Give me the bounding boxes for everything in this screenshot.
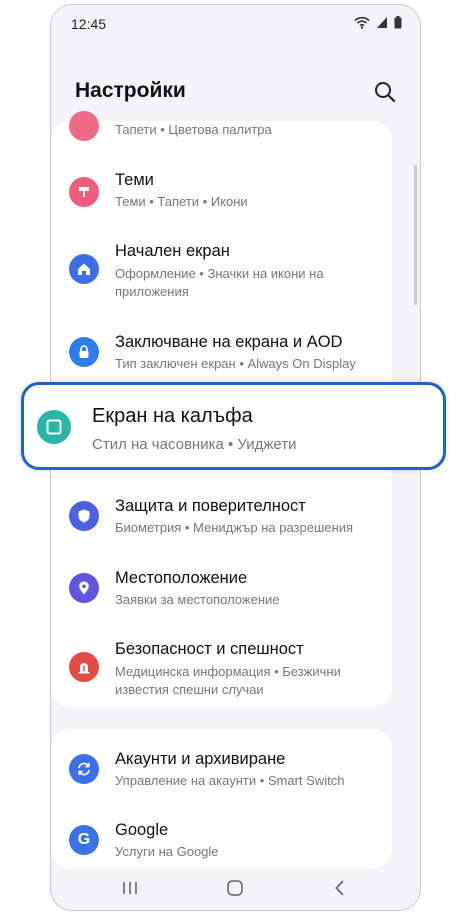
settings-row-location[interactable]: Местоположение Заявки за местоположение [51, 561, 420, 617]
row-title: Начален екран [115, 242, 230, 260]
cover-screen-icon [37, 410, 71, 444]
row-subtitle: Заявки за местоположение [115, 592, 280, 607]
settings-row-google[interactable]: G Google Услуги на Google [51, 815, 420, 867]
settings-row-home-screen[interactable]: Начален екран Оформление • Значки на ико… [51, 234, 420, 306]
settings-row-themes[interactable]: Теми Теми • Тапети • Икони [51, 163, 420, 223]
recent-apps-button[interactable] [115, 876, 145, 900]
home-icon [69, 254, 99, 284]
shield-icon [69, 501, 99, 531]
status-bar: 12:45 [51, 5, 420, 43]
sync-icon [69, 754, 99, 784]
row-subtitle: Стил на часовника • Уиджети [92, 436, 297, 453]
themes-icon [69, 177, 99, 207]
row-title: Екран на калъфа [92, 405, 253, 427]
status-time: 12:45 [71, 16, 107, 32]
page-title: Настройки [75, 79, 186, 102]
row-subtitle: Услуги на Google [115, 844, 219, 859]
battery-icon [394, 16, 402, 29]
status-icons [354, 16, 402, 29]
settings-row-cover-screen[interactable]: Екран на калъфа Стил на часовника • Уидж… [21, 382, 446, 470]
row-title: Google [115, 821, 169, 839]
back-chevron-icon [335, 880, 344, 896]
settings-row-lock-screen[interactable]: Заключване на екрана и AOD Тип заключен … [51, 325, 420, 381]
google-icon: G [69, 825, 99, 855]
wallpaper-icon [69, 111, 99, 141]
settings-row-safety-emergency[interactable]: Безопасност и спешност Медицинска информ… [51, 632, 420, 704]
emergency-icon [69, 652, 99, 682]
search-button[interactable] [372, 79, 398, 105]
search-icon [375, 82, 396, 103]
page-header: Настройки [51, 71, 420, 115]
recent-apps-icon [123, 882, 137, 894]
row-title: Заключване на екрана и AOD [115, 333, 343, 351]
row-title: Теми [115, 171, 154, 189]
location-pin-icon [69, 573, 99, 603]
back-button[interactable] [325, 876, 355, 900]
signal-icon [377, 17, 387, 28]
settings-row-security-privacy[interactable]: Защита и поверителност Биометрия • Менид… [51, 489, 420, 545]
row-subtitle: Управление на акаунти • Smart Switch [115, 773, 345, 788]
wifi-icon [354, 16, 370, 29]
row-subtitle: Медицинска информация • Безжични извести… [115, 664, 341, 697]
row-subtitle: Тапети • Цветова палитра [115, 122, 272, 137]
row-title: Безопасност и спешност [115, 640, 304, 658]
settings-row-wallpaper[interactable]: Тапети • Цветова палитра [51, 111, 420, 155]
row-title: Защита и поверителност [115, 497, 306, 515]
lock-icon [69, 337, 99, 367]
row-subtitle: Тип заключен екран • Always On Display [115, 356, 356, 371]
row-subtitle: Оформление • Значки на икони на приложен… [115, 266, 324, 299]
settings-row-accounts-backup[interactable]: Акаунти и архивиране Управление на акаун… [51, 742, 420, 798]
navigation-bar [51, 866, 420, 910]
home-circle-icon [227, 880, 243, 896]
row-subtitle: Биометрия • Мениджър на разрешения [115, 520, 354, 535]
home-button[interactable] [220, 876, 250, 900]
row-title: Акаунти и архивиране [115, 750, 286, 768]
row-subtitle: Теми • Тапети • Икони [115, 194, 248, 209]
row-title: Местоположение [115, 569, 248, 587]
